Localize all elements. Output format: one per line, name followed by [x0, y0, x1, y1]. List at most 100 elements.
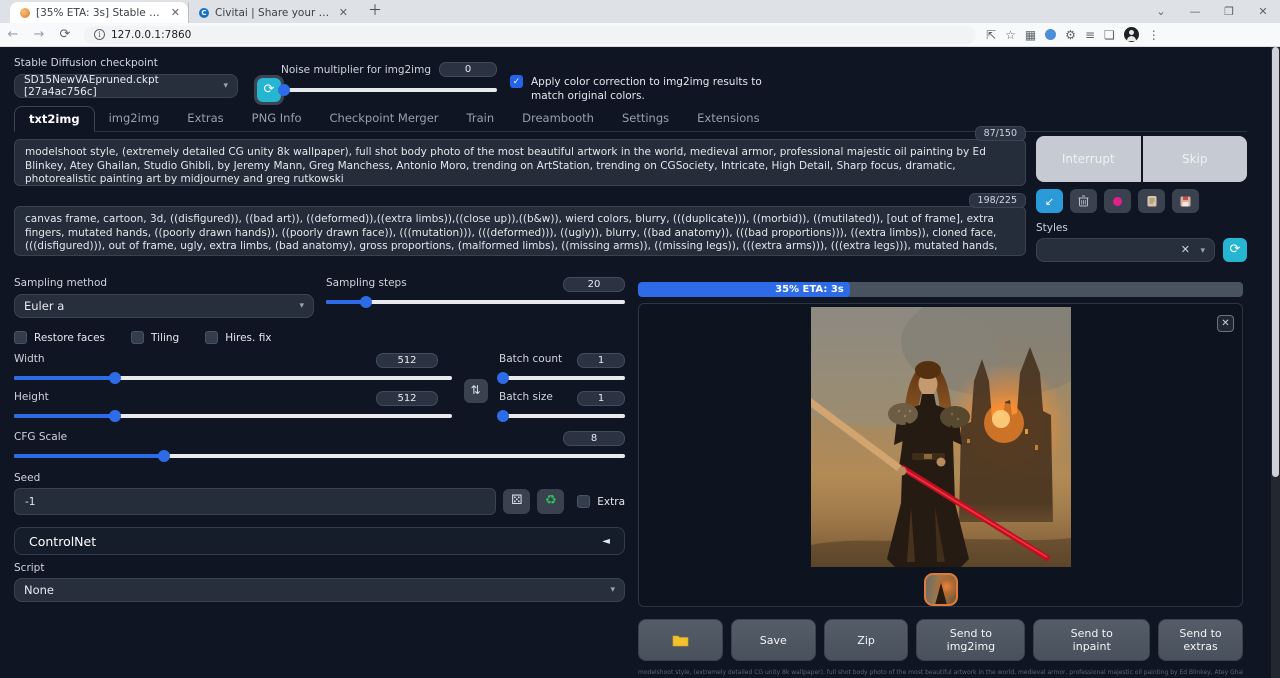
slider-knob[interactable]: [109, 372, 121, 384]
noise-multiplier: Noise multiplier for img2img 0: [281, 62, 497, 97]
paste-params-button[interactable]: ↙: [1036, 189, 1063, 213]
height-label: Height: [14, 391, 49, 403]
tab-close-icon[interactable]: ✕: [171, 6, 180, 19]
share-icon[interactable]: ⇱: [986, 28, 996, 42]
interrupt-button[interactable]: Interrupt: [1036, 136, 1141, 182]
cfg-scale-slider[interactable]: [14, 449, 625, 463]
tiling-checkbox[interactable]: [131, 331, 144, 344]
random-seed-button[interactable]: ⚄: [503, 489, 530, 514]
negative-prompt-textarea[interactable]: canvas frame, cartoon, 3d, ((disfigured)…: [14, 206, 1026, 256]
batch-count-slider[interactable]: [499, 371, 625, 385]
height-slider[interactable]: [14, 409, 452, 423]
controls-column: Sampling method Euler a ▾ Sampling steps…: [14, 277, 625, 602]
apply-style-button[interactable]: [1138, 189, 1165, 213]
styles-dropdown[interactable]: ✕ ▾: [1036, 238, 1215, 262]
restore-faces-label: Restore faces: [34, 332, 105, 344]
browser-tab-stable-diffusion[interactable]: [35% ETA: 3s] Stable Diffusion ✕: [10, 2, 188, 23]
arrow-down-left-icon: ↙: [1045, 195, 1054, 208]
bookmark-star-icon[interactable]: ☆: [1005, 28, 1016, 42]
back-icon[interactable]: ←: [0, 27, 26, 42]
noise-slider[interactable]: [281, 83, 497, 97]
scrollbar-thumb[interactable]: [1272, 47, 1279, 477]
extra-seed-checkbox[interactable]: [577, 495, 590, 508]
image-thumbnail[interactable]: [924, 573, 958, 606]
clear-styles-icon[interactable]: ✕: [1181, 243, 1190, 256]
slider-knob[interactable]: [497, 372, 509, 384]
slider-knob[interactable]: [360, 296, 372, 308]
width-value[interactable]: 512: [376, 353, 438, 368]
restore-faces-option[interactable]: Restore faces: [14, 331, 105, 344]
reading-list-icon[interactable]: ≡: [1085, 28, 1095, 42]
skip-button[interactable]: Skip: [1143, 136, 1248, 182]
seed-input[interactable]: [14, 488, 496, 515]
address-bar[interactable]: i 127.0.0.1:7860: [84, 26, 976, 44]
tiling-option[interactable]: Tiling: [131, 331, 179, 344]
save-button[interactable]: Save: [731, 619, 816, 661]
side-panel-icon[interactable]: ❏: [1104, 28, 1115, 42]
send-to-extras-button[interactable]: Send to extras: [1158, 619, 1243, 661]
extra-seed-option[interactable]: Extra: [577, 495, 625, 508]
batch-size-slider[interactable]: [499, 409, 625, 423]
chevron-down-icon: ▾: [223, 81, 228, 91]
sampling-steps-value[interactable]: 20: [563, 277, 625, 292]
controlnet-accordion[interactable]: ControlNet ◄: [14, 527, 625, 555]
forward-icon[interactable]: →: [26, 27, 52, 42]
extra-networks-button[interactable]: [1104, 189, 1131, 213]
script-dropdown[interactable]: None ▾: [14, 578, 625, 602]
zip-button[interactable]: Zip: [824, 619, 909, 661]
generated-image[interactable]: [811, 307, 1071, 567]
refresh-styles-button[interactable]: ⟳: [1223, 238, 1247, 262]
extension-blue-icon[interactable]: [1045, 29, 1056, 40]
generate-column: Interrupt Skip ↙ Styles ✕: [1036, 136, 1247, 262]
sampling-method-label: Sampling method: [14, 277, 314, 289]
sampling-steps-slider[interactable]: [326, 295, 625, 309]
save-style-button[interactable]: [1172, 189, 1199, 213]
noise-value[interactable]: 0: [439, 62, 497, 77]
page-scrollbar[interactable]: [1271, 47, 1280, 678]
seed-label: Seed: [14, 472, 625, 484]
profile-avatar[interactable]: [1124, 27, 1139, 42]
hires-fix-checkbox[interactable]: [205, 331, 218, 344]
reuse-seed-button[interactable]: ♻: [537, 489, 564, 514]
send-to-inpaint-button[interactable]: Send to inpaint: [1033, 619, 1150, 661]
slider-knob[interactable]: [109, 410, 121, 422]
browser-tab-civitai[interactable]: C Civitai | Share your models ✕: [188, 2, 356, 23]
width-slider[interactable]: [14, 371, 452, 385]
maximize-button[interactable]: ❐: [1212, 5, 1246, 18]
batch-count-value[interactable]: 1: [577, 353, 625, 368]
height-value[interactable]: 512: [376, 391, 438, 406]
prompt-textarea[interactable]: modelshoot style, (extremely detailed CG…: [14, 139, 1026, 186]
batch-size-label: Batch size: [499, 391, 553, 403]
reload-icon[interactable]: ⟳: [52, 27, 78, 42]
tab-close-icon[interactable]: ✕: [339, 6, 348, 19]
styles-label: Styles: [1036, 222, 1247, 234]
tab-search-icon[interactable]: ⌄: [1144, 5, 1178, 18]
hires-fix-option[interactable]: Hires. fix: [205, 331, 271, 344]
checkpoint-dropdown[interactable]: SD15NewVAEpruned.ckpt [27a4ac756c] ▾: [14, 74, 238, 98]
kebab-menu-icon[interactable]: ⋮: [1148, 28, 1160, 42]
progress-bar: 35% ETA: 3s: [638, 282, 1243, 297]
slider-knob[interactable]: [497, 410, 509, 422]
new-tab-button[interactable]: ＋: [368, 0, 382, 23]
send-to-img2img-button[interactable]: Send to img2img: [916, 619, 1025, 661]
close-image-icon[interactable]: ✕: [1217, 315, 1234, 332]
color-correction-checkbox[interactable]: ✓: [510, 75, 523, 88]
slider-knob[interactable]: [278, 84, 290, 96]
swap-dimensions-button[interactable]: ⇅: [464, 379, 488, 403]
close-button[interactable]: ✕: [1246, 5, 1280, 18]
extensions-puzzle-icon[interactable]: ⚙: [1065, 28, 1076, 42]
minimize-button[interactable]: —: [1178, 5, 1212, 18]
slider-knob[interactable]: [158, 450, 170, 462]
script-value: None: [24, 583, 54, 597]
sd-webui: Stable Diffusion checkpoint SD15NewVAEpr…: [0, 47, 1280, 678]
site-info-icon[interactable]: i: [94, 29, 105, 40]
tab-title: [35% ETA: 3s] Stable Diffusion: [36, 7, 165, 19]
clear-prompt-button[interactable]: [1070, 189, 1097, 213]
restore-faces-checkbox[interactable]: [14, 331, 27, 344]
sampling-method-dropdown[interactable]: Euler a ▾: [14, 294, 314, 318]
cfg-scale-value[interactable]: 8: [563, 431, 625, 446]
negative-token-counter: 198/225: [969, 193, 1026, 208]
extension-grid-icon[interactable]: ▦: [1025, 28, 1036, 42]
open-folder-button[interactable]: [638, 619, 723, 661]
batch-size-value[interactable]: 1: [577, 391, 625, 406]
